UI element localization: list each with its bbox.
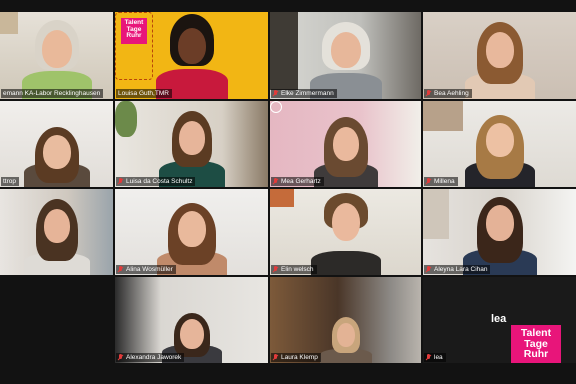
- microphone-muted-icon: [426, 90, 431, 97]
- participant-tile[interactable]: Elin welsch: [270, 189, 421, 275]
- participant-tile[interactable]: Millena: [423, 101, 576, 187]
- participant-name-tag: ttrop: [1, 177, 20, 186]
- participant-name: Louisa Guth,TMR: [118, 90, 169, 97]
- participant-name-tag: Luisa da Costa Schultz: [116, 177, 196, 186]
- participant-name-tag: Aleyna Lara Cihan: [424, 265, 491, 274]
- participant-name: Bea Aehling: [434, 90, 469, 97]
- microphone-muted-icon: [426, 354, 431, 361]
- participant-name-tag: Alina Wosmüller: [116, 265, 176, 274]
- participant-face: [485, 205, 514, 241]
- participant-name-tag: Elin welsch: [271, 265, 317, 274]
- participant-face: [41, 30, 72, 68]
- microphone-muted-icon: [273, 178, 278, 185]
- participant-name-tag: emann KA-Labor Recklinghausen: [1, 89, 104, 98]
- participant-name: Luisa da Costa Schultz: [126, 178, 193, 185]
- shelf-decoration: [0, 12, 18, 34]
- microphone-muted-icon: [273, 354, 278, 361]
- participant-name: Laura Klemp: [281, 354, 318, 361]
- participant-face: [485, 32, 514, 68]
- participant-tile[interactable]: Alexandra Jaworek: [115, 277, 268, 363]
- participant-tile[interactable]: [0, 189, 113, 275]
- participant-tile[interactable]: Bea Aehling: [423, 12, 576, 99]
- participant-name: ttrop: [3, 178, 17, 185]
- participant-name-tag: Mea Gerhartz: [271, 177, 324, 186]
- participant-name-tag: Bea Aehling: [424, 89, 472, 98]
- slide-doodle-icons: [115, 12, 153, 80]
- participant-tile[interactable]: Laura Klemp: [270, 277, 421, 363]
- participant-tile[interactable]: Mea Gerhartz: [270, 101, 421, 187]
- dreamcatcher-decoration: [270, 101, 282, 113]
- participant-tile-avatar[interactable]: lea Talent Tage Ruhr lea: [423, 277, 576, 363]
- participant-name: Millena: [434, 178, 455, 185]
- participant-body: [310, 251, 381, 275]
- plant-decoration: [115, 101, 137, 137]
- video-grid: emann KA-Labor Recklinghausen Talent Tag…: [0, 0, 576, 384]
- participant-name: Alexandra Jaworek: [126, 354, 182, 361]
- microphone-muted-icon: [273, 266, 278, 273]
- participant-tile-active-speaker[interactable]: Talent Tage Ruhr Louisa Guth,TMR: [115, 12, 268, 99]
- participant-name: Aleyna Lara Cihan: [434, 266, 488, 273]
- participant-name-tag: Alexandra Jaworek: [116, 353, 185, 362]
- participant-face: [330, 32, 361, 68]
- microphone-muted-icon: [426, 178, 431, 185]
- wall-poster: [423, 101, 463, 131]
- participant-name: Alina Wosmüller: [126, 266, 173, 273]
- shelf-decoration: [423, 189, 449, 239]
- participant-face: [179, 319, 204, 349]
- participant-name-tag: Millena: [424, 177, 458, 186]
- participant-name-tag: Elke Zimmermann: [271, 89, 337, 98]
- talent-tage-ruhr-logo: Talent Tage Ruhr: [511, 325, 561, 363]
- microphone-muted-icon: [118, 266, 123, 273]
- participant-display-name: lea: [491, 313, 507, 325]
- microphone-muted-icon: [118, 178, 123, 185]
- participant-name-tag: lea: [424, 353, 446, 362]
- microphone-muted-icon: [273, 90, 278, 97]
- participant-name: Mea Gerhartz: [281, 178, 321, 185]
- participant-tile[interactable]: Alina Wosmüller: [115, 189, 268, 275]
- participant-face: [331, 203, 360, 241]
- participant-name: emann KA-Labor Recklinghausen: [3, 90, 101, 97]
- participant-face: [177, 211, 206, 247]
- microphone-muted-icon: [118, 354, 123, 361]
- participant-face: [43, 209, 70, 243]
- wall-painting: [270, 189, 294, 207]
- participant-face: [178, 121, 205, 155]
- microphone-muted-icon: [426, 266, 431, 273]
- participant-face: [42, 135, 71, 169]
- participant-tile[interactable]: Aleyna Lara Cihan: [423, 189, 576, 275]
- bookshelf: [270, 12, 298, 90]
- participant-tile[interactable]: Elke Zimmermann: [270, 12, 421, 99]
- participant-face: [332, 127, 359, 161]
- participant-name: lea: [434, 354, 443, 361]
- participant-name: Elke Zimmermann: [281, 90, 334, 97]
- participant-tile[interactable]: ttrop: [0, 101, 113, 187]
- participant-face: [177, 28, 206, 64]
- participant-name-tag: Laura Klemp: [271, 353, 321, 362]
- participant-name-tag: Louisa Guth,TMR: [116, 89, 172, 98]
- participant-name: Elin welsch: [281, 266, 314, 273]
- participant-face: [336, 323, 355, 347]
- participant-tile[interactable]: emann KA-Labor Recklinghausen: [0, 12, 113, 99]
- participant-face: [485, 123, 514, 157]
- participant-tile[interactable]: Luisa da Costa Schultz: [115, 101, 268, 187]
